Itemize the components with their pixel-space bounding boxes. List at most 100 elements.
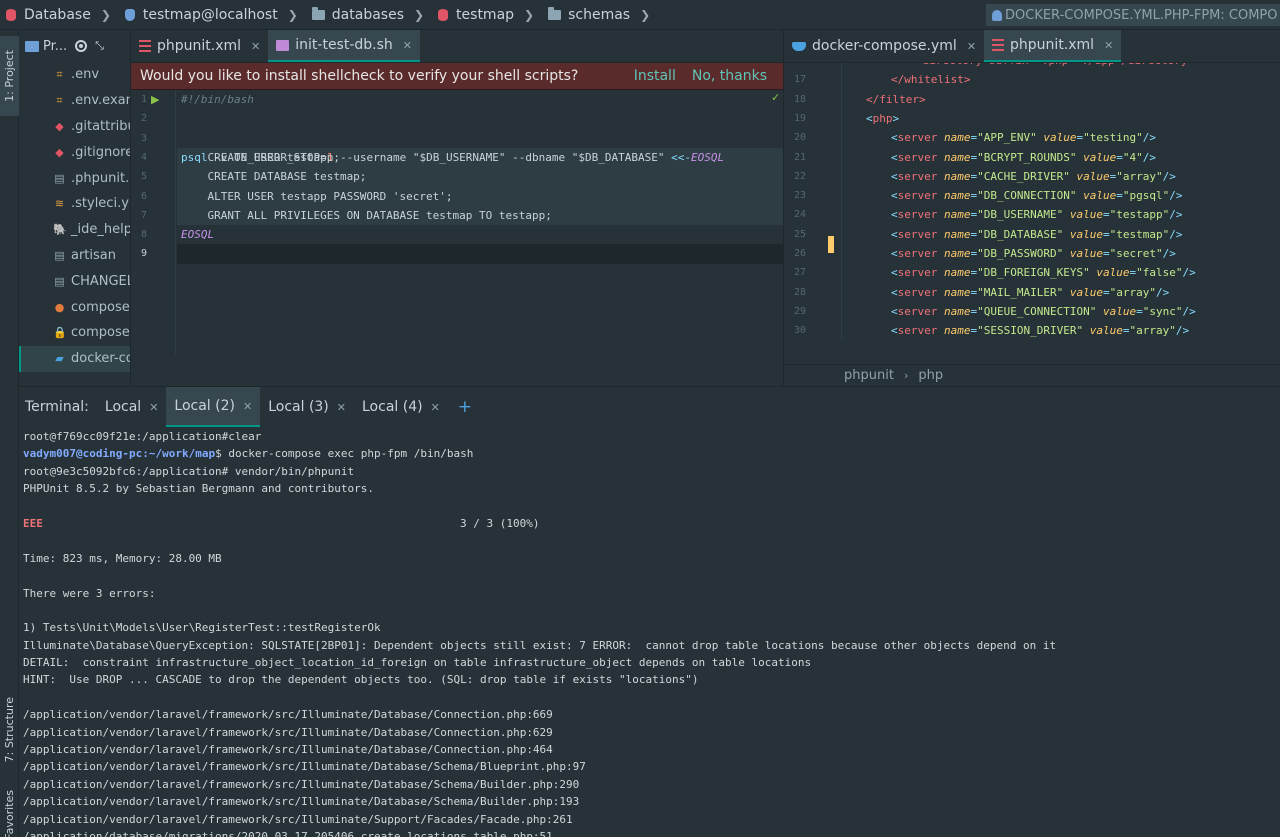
terminal-tab-local-3[interactable]: Local (3) ✕ xyxy=(260,387,354,427)
tool-tab-project[interactable]: 1: Project xyxy=(0,36,19,116)
token-bracket: < xyxy=(891,285,898,299)
xml-crumb[interactable]: php xyxy=(918,368,943,383)
token-heredoc-op: <<- xyxy=(664,150,691,164)
crumb-label: testmap xyxy=(456,6,515,23)
collapse-icon[interactable]: ⤡ xyxy=(95,39,104,53)
project-file-item[interactable]: 🔒 composer xyxy=(19,320,130,346)
token-attr: name xyxy=(937,324,971,338)
xml-crumb[interactable]: phpunit xyxy=(844,368,894,383)
code-line: </whitelist> xyxy=(891,70,970,89)
token-bracket: /> xyxy=(1175,324,1190,338)
tab-phpunit-xml-right[interactable]: phpunit.xml ✕ xyxy=(984,30,1122,62)
close-icon[interactable]: ✕ xyxy=(149,401,158,414)
terminal-panel: Terminal: Local ✕ Local (2) ✕ Local (3) ✕ L… xyxy=(19,386,1280,837)
token-tag: server xyxy=(897,324,938,338)
project-file-item[interactable]: ◆ .gitattribu xyxy=(19,114,130,140)
token-bracket: < xyxy=(891,131,898,145)
token-value: "testing" xyxy=(1083,131,1143,145)
code-line: ALTER USER testapp PASSWORD 'secret'; xyxy=(181,189,453,203)
token-bracket: < xyxy=(891,304,898,318)
terminal-line: /application/vendor/laravel/framework/sr… xyxy=(23,760,586,774)
crumb-label: databases xyxy=(331,6,404,23)
token-bracket: < xyxy=(891,150,898,164)
terminal-line: HINT: Use DROP ... CASCADE to drop the d… xyxy=(23,673,699,687)
install-link[interactable]: Install xyxy=(634,68,676,84)
file-icon: ▤ xyxy=(54,274,65,288)
chevron-right-icon: ❯ xyxy=(524,7,535,22)
token-bracket: /> xyxy=(1142,150,1156,164)
file-name: .gitignore xyxy=(71,144,131,160)
shellcheck-banner: Would you like to install shellcheck to … xyxy=(131,63,783,90)
project-file-item[interactable]: 🐘 _ide_help xyxy=(19,217,130,243)
token-bracket: /> xyxy=(1182,266,1196,280)
file-name: _ide_help xyxy=(71,222,131,238)
yaml-icon: ≋ xyxy=(54,197,65,211)
prompt-user: vadym007@coding-pc xyxy=(23,447,143,461)
line-number: 26 xyxy=(793,248,806,259)
crumb-databases[interactable]: databases xyxy=(306,6,404,23)
project-file-item[interactable]: ⌗ .env.exam xyxy=(19,88,130,114)
run-config-title[interactable]: DOCKER-COMPOSE.YML.PHP-FPM: COMPO xyxy=(986,4,1280,26)
locate-icon[interactable] xyxy=(75,40,88,52)
left-code-area[interactable]: ▶ ✓ 1 #!/bin/bash 2 3 psql -v ON_ERROR_ST… xyxy=(131,90,783,354)
line-number: 27 xyxy=(793,267,806,279)
line-number: 17 xyxy=(793,74,806,86)
project-file-item[interactable]: ≋ .styleci.ym xyxy=(19,191,130,217)
tool-tab-structure[interactable]: 7: Structure xyxy=(0,685,19,775)
code-line: <server name="BCRYPT_ROUNDS" value="4"/> xyxy=(891,148,1156,167)
file-name: composer xyxy=(71,325,131,341)
project-file-item[interactable]: ⌗ .env xyxy=(19,62,130,88)
close-icon[interactable]: ✕ xyxy=(967,40,976,53)
new-terminal-button[interactable]: + xyxy=(448,387,482,427)
token-attr: value xyxy=(1096,304,1137,318)
folder-icon xyxy=(25,40,39,52)
line-number: 28 xyxy=(793,286,806,298)
project-file-item[interactable]: ▤ artisan xyxy=(19,243,130,269)
token-value: "MAIL_MAILER" xyxy=(977,285,1064,299)
terminal-tab-local-2[interactable]: Local (2) ✕ xyxy=(166,387,261,427)
token-tag: server xyxy=(897,266,938,280)
crumb-database[interactable]: Database xyxy=(0,7,91,23)
close-icon[interactable]: ✕ xyxy=(337,401,346,414)
code-line: <server name="DB_DATABASE" value="testma… xyxy=(891,225,1182,244)
tool-tab-favorites[interactable]: 2: Favorites xyxy=(0,782,19,837)
token-attr: name xyxy=(937,169,971,183)
terminal-tab-local[interactable]: Local ✕ xyxy=(97,387,167,427)
token-attr: value xyxy=(1063,247,1103,260)
close-icon[interactable]: ✕ xyxy=(403,39,412,52)
tab-phpunit-xml[interactable]: phpunit.xml ✕ xyxy=(131,30,268,62)
project-title[interactable]: Pr... xyxy=(43,39,67,54)
tab-init-test-db[interactable]: init-test-db.sh ✕ xyxy=(268,30,421,62)
project-file-item[interactable]: ▰ docker-co xyxy=(19,345,130,372)
close-icon[interactable]: ✕ xyxy=(1104,39,1113,52)
user-icon xyxy=(992,9,1002,21)
run-icon[interactable]: ▶ xyxy=(151,93,159,106)
crumb-datasource[interactable]: testmap@localhost xyxy=(119,7,278,23)
env-icon: ⌗ xyxy=(56,68,63,82)
project-file-item[interactable]: ● composer xyxy=(19,294,130,320)
token-bracket: < xyxy=(891,247,898,260)
file-name: .gitattribu xyxy=(71,118,131,134)
close-icon[interactable]: ✕ xyxy=(431,401,440,414)
terminal-line: /application/database/migrations/2020_03… xyxy=(23,829,553,837)
no-thanks-link[interactable]: No, thanks xyxy=(692,68,767,84)
terminal-line: DETAIL: constraint infrastructure_object… xyxy=(23,656,812,670)
project-file-item[interactable]: ▤ .phpunit.r xyxy=(19,165,130,191)
close-icon[interactable]: ✕ xyxy=(251,40,260,53)
token-bracket: < xyxy=(891,189,898,203)
project-file-item[interactable]: ◆ .gitignore xyxy=(19,139,130,165)
git-icon: ◆ xyxy=(55,145,64,159)
token-attr: name xyxy=(937,247,971,260)
project-file-item[interactable]: ▤ CHANGEL xyxy=(19,268,130,294)
terminal-tab-local-4[interactable]: Local (4) ✕ xyxy=(354,387,448,427)
lock-icon: 🔒 xyxy=(53,326,67,340)
terminal-output[interactable]: root@f769cc09f21e:/application#clear vad… xyxy=(23,428,1273,837)
right-code-area[interactable]: 16 <directory suffix=".php">./app</direct… xyxy=(784,63,1280,340)
close-icon[interactable]: ✕ xyxy=(243,400,252,413)
token-tag: server xyxy=(897,131,938,145)
token-value: "QUEUE_CONNECTION" xyxy=(977,304,1097,318)
crumb-testmap[interactable]: testmap xyxy=(432,7,514,23)
tab-docker-compose[interactable]: docker-compose.yml ✕ xyxy=(784,30,984,62)
crumb-schemas[interactable]: schemas xyxy=(542,6,630,23)
